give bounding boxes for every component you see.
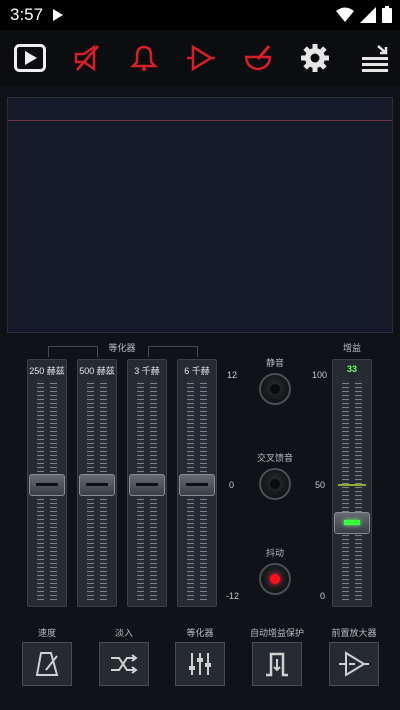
visualizer-display	[7, 97, 393, 333]
limiter-icon	[266, 652, 288, 677]
preamp-icon	[339, 651, 369, 677]
speaker-icon	[74, 44, 99, 72]
bracket-left	[48, 346, 98, 357]
eq-button-label: 等化器	[186, 628, 214, 638]
toolbar	[0, 30, 400, 86]
amplifier-icon	[187, 44, 215, 72]
preamp-button[interactable]	[329, 642, 379, 686]
preamp-label: 前置放大器	[331, 628, 377, 638]
gain-rail	[342, 380, 349, 600]
eq-slider-handle[interactable]	[79, 474, 115, 496]
fade-label: 淡入	[114, 628, 133, 638]
eq-band-6khz[interactable]: 6 千赫	[177, 359, 217, 607]
level-line	[8, 120, 392, 121]
gear-icon	[301, 44, 329, 72]
auto-gain-protection-button[interactable]	[252, 642, 302, 686]
eq-scale-bottom: -12	[226, 591, 240, 601]
gain-value: 33	[346, 364, 357, 374]
eq-slider-handle[interactable]	[129, 474, 165, 496]
eq-slider-handle[interactable]	[179, 474, 215, 496]
status-time: 3:57	[10, 5, 44, 24]
speed-label: 速度	[37, 628, 56, 638]
signal-icon	[360, 6, 376, 23]
gain-title: 增益	[342, 343, 361, 353]
gain-scale-mid: 50	[315, 480, 326, 490]
crossfeed-toggle[interactable]	[259, 468, 291, 500]
mute-toggle[interactable]	[259, 373, 291, 405]
gain-scale-bottom: 0	[320, 591, 326, 601]
dither-toggle[interactable]	[259, 563, 291, 595]
dither-led	[270, 574, 280, 584]
metronome-icon	[35, 652, 59, 676]
play-button[interactable]	[10, 38, 50, 78]
battery-icon	[382, 6, 392, 23]
equalizer-title: 等化器	[108, 343, 136, 353]
dither-label: 抖动	[265, 548, 284, 558]
amplifier-button[interactable]	[181, 38, 221, 78]
eq-band-label: 500 赫兹	[79, 366, 115, 376]
settings-button[interactable]	[295, 38, 335, 78]
speed-button[interactable]	[22, 642, 72, 686]
menu-icon	[362, 45, 388, 72]
eq-band-label: 6 千赫	[184, 366, 210, 376]
gain-reference-mark	[338, 484, 366, 486]
mortar-button[interactable]	[238, 38, 278, 78]
gain-slider-handle[interactable]	[334, 512, 370, 534]
gain-fader[interactable]: 33	[332, 359, 372, 607]
wifi-icon	[336, 7, 354, 22]
equalizer-icon	[189, 653, 211, 675]
menu-button[interactable]	[355, 38, 395, 78]
gain-rail	[355, 380, 362, 600]
mute-label: 静音	[265, 358, 284, 368]
eq-slider-handle[interactable]	[29, 474, 65, 496]
agc-label: 自动增益保护	[249, 628, 304, 638]
eq-band-250hz[interactable]: 250 赫兹	[27, 359, 67, 607]
eq-band-500hz[interactable]: 500 赫兹	[77, 359, 117, 607]
speaker-button[interactable]	[67, 38, 107, 78]
gain-scale-top: 100	[312, 370, 328, 380]
bracket-right	[148, 346, 198, 357]
eq-band-label: 3 千赫	[134, 366, 160, 376]
bell-button[interactable]	[124, 38, 164, 78]
media-playing-icon	[52, 8, 64, 27]
equalizer-button[interactable]	[175, 642, 225, 686]
mortar-icon	[244, 45, 272, 71]
crossfeed-label: 交叉馈音	[256, 453, 293, 463]
status-bar: 3:57	[0, 0, 400, 30]
fade-button[interactable]	[99, 642, 149, 686]
play-icon	[14, 44, 46, 72]
eq-scale-top: 12	[227, 370, 238, 380]
eq-band-3khz[interactable]: 3 千赫	[127, 359, 167, 607]
crossfade-icon	[111, 654, 138, 674]
eq-band-label: 250 赫兹	[29, 366, 65, 376]
eq-scale-mid: 0	[229, 480, 235, 490]
bell-icon	[129, 45, 159, 71]
